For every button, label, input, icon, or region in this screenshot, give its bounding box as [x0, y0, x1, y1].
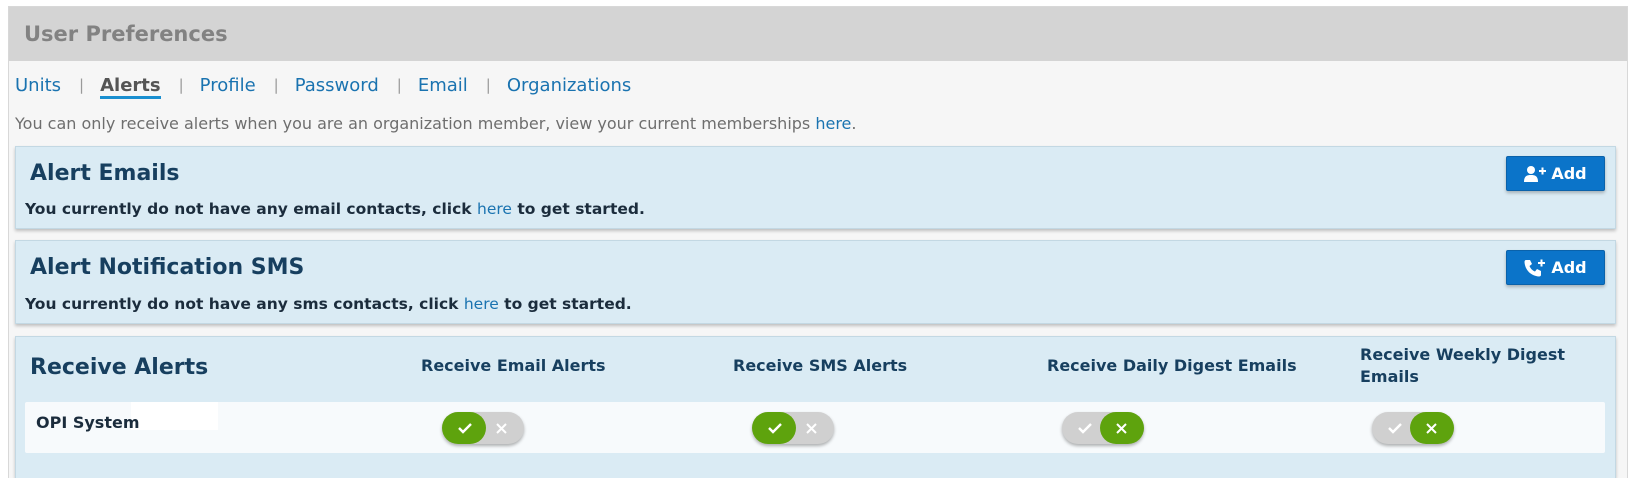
alert-sms-panel: Alert Notification SMS Add You currently… — [15, 240, 1616, 324]
check-icon — [444, 412, 485, 444]
tab-separator: | — [273, 76, 279, 94]
alerts-intro: You can only receive alerts when you are… — [15, 114, 857, 133]
check-icon — [1064, 412, 1105, 444]
column-daily-digest: Receive Daily Digest Emails — [1047, 356, 1297, 375]
tab-organizations[interactable]: Organizations — [507, 75, 631, 96]
sms-message-prefix: You currently do not have any sms contac… — [25, 295, 464, 313]
alert-emails-title: Alert Emails — [30, 161, 180, 186]
receive-alerts-panel: Receive Alerts Receive Email Alerts Rece… — [15, 336, 1616, 478]
email-alerts-toggle[interactable] — [442, 412, 524, 444]
tab-separator: | — [396, 76, 402, 94]
add-sms-contact-button[interactable]: Add — [1506, 250, 1605, 285]
column-email-alerts: Receive Email Alerts — [421, 356, 606, 375]
sms-contacts-message: You currently do not have any sms contac… — [25, 295, 632, 313]
sms-alerts-toggle[interactable] — [752, 412, 834, 444]
tab-alerts[interactable]: Alerts — [100, 75, 161, 99]
tab-separator: | — [485, 76, 491, 94]
tab-profile[interactable]: Profile — [200, 75, 256, 96]
tab-email[interactable]: Email — [418, 75, 468, 96]
email-contacts-message: You currently do not have any email cont… — [25, 200, 645, 218]
sms-message-suffix: to get started. — [498, 295, 632, 313]
user-plus-icon — [1524, 165, 1547, 182]
close-icon — [481, 412, 522, 444]
card-header: User Preferences — [9, 7, 1627, 61]
table-row: OPI System — [25, 402, 1605, 453]
close-icon — [1411, 412, 1452, 444]
weekly-digest-toggle[interactable] — [1372, 412, 1454, 444]
close-icon — [1101, 412, 1142, 444]
alert-emails-panel: Alert Emails Add You currently do not ha… — [15, 146, 1616, 229]
close-icon — [791, 412, 832, 444]
alert-sms-title: Alert Notification SMS — [30, 255, 305, 280]
sms-get-started-link[interactable]: here — [464, 295, 499, 313]
daily-digest-toggle[interactable] — [1062, 412, 1144, 444]
intro-text: You can only receive alerts when you are… — [15, 114, 816, 133]
label-mask — [131, 402, 218, 430]
check-icon — [754, 412, 795, 444]
tab-password[interactable]: Password — [295, 75, 379, 96]
receive-alerts-title: Receive Alerts — [30, 355, 209, 380]
row-name: OPI System — [36, 413, 140, 432]
add-email-contact-button[interactable]: Add — [1506, 156, 1605, 191]
intro-suffix: . — [851, 114, 857, 133]
memberships-link[interactable]: here — [815, 114, 851, 133]
add-email-label: Add — [1551, 164, 1587, 183]
column-sms-alerts: Receive SMS Alerts — [733, 356, 908, 375]
phone-plus-icon — [1524, 259, 1546, 276]
page-title: User Preferences — [24, 22, 228, 46]
check-icon — [1374, 412, 1415, 444]
email-get-started-link[interactable]: here — [477, 200, 512, 218]
tab-separator: | — [178, 76, 184, 94]
email-message-suffix: to get started. — [511, 200, 645, 218]
tab-separator: | — [79, 76, 85, 94]
preferences-tabs: Units | Alerts | Profile | Password | Em… — [15, 70, 631, 100]
column-weekly-digest: Receive Weekly Digest Emails — [1360, 345, 1565, 386]
add-sms-label: Add — [1551, 258, 1587, 277]
email-message-prefix: You currently do not have any email cont… — [25, 200, 477, 218]
tab-units[interactable]: Units — [15, 75, 61, 96]
